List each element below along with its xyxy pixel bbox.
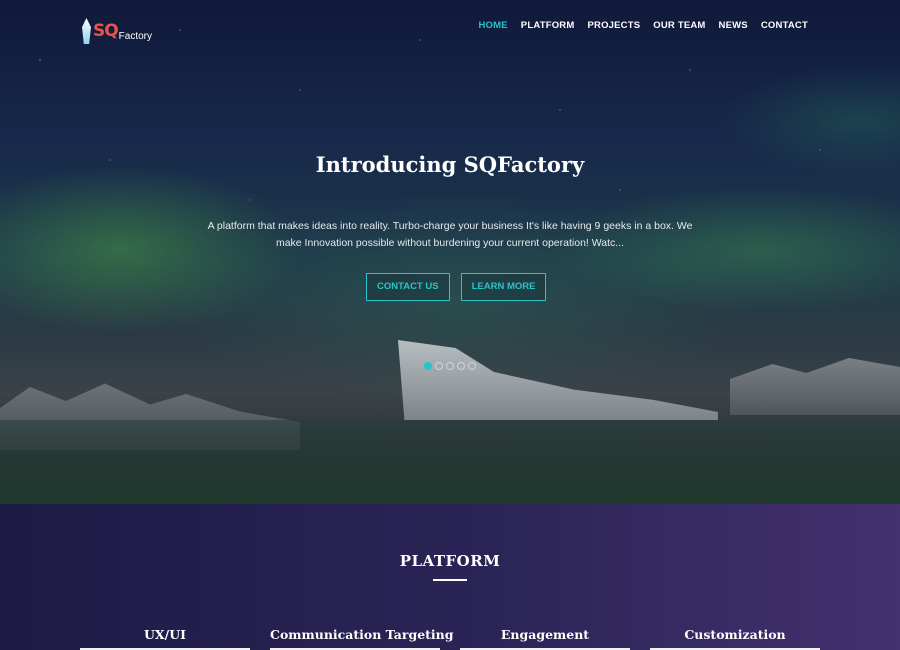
nav-item-our-team[interactable]: OUR TEAM: [653, 20, 705, 31]
slider-dot-5[interactable]: [468, 362, 476, 370]
learn-more-button[interactable]: LEARN MORE: [460, 273, 547, 301]
hero-buttons: CONTACT US LEARN MORE: [366, 273, 547, 301]
slider-dot-1[interactable]: [424, 362, 432, 370]
hero-section: SQ Factory HOME PLATFORM PROJECTS OUR TE…: [0, 0, 900, 504]
water-reflection: [0, 420, 900, 504]
slider-dots: [424, 362, 476, 370]
slider-dot-4[interactable]: [457, 362, 465, 370]
nav-item-projects[interactable]: PROJECTS: [587, 20, 640, 31]
iceberg-icon: [82, 18, 91, 44]
nav-item-news[interactable]: NEWS: [719, 20, 748, 31]
hero-title: Introducing SQFactory: [315, 152, 585, 177]
contact-us-button[interactable]: CONTACT US: [366, 273, 450, 301]
logo-sub-text: Factory: [118, 31, 152, 42]
feature-list: UX/UI Communication Targeting Engagement…: [80, 627, 820, 650]
nav-item-home[interactable]: HOME: [478, 20, 507, 31]
feature-name: Customization: [684, 627, 786, 642]
feature-card[interactable]: UX/UI: [80, 627, 250, 650]
main-nav: HOME PLATFORM PROJECTS OUR TEAM NEWS CON…: [478, 20, 808, 31]
hero-description: A platform that makes ideas into reality…: [207, 220, 693, 249]
logo-main-text: SQ: [92, 21, 119, 41]
feature-name: Engagement: [500, 627, 590, 642]
slider-dot-2[interactable]: [435, 362, 443, 370]
feature-name: Communication Targeting: [270, 627, 454, 642]
feature-card[interactable]: Engagement: [460, 627, 630, 650]
nav-item-contact[interactable]: CONTACT: [761, 20, 808, 31]
feature-card[interactable]: Communication Targeting: [270, 627, 454, 650]
nav-item-platform[interactable]: PLATFORM: [521, 20, 575, 31]
platform-title: PLATFORM: [399, 552, 501, 570]
slider-dot-3[interactable]: [446, 362, 454, 370]
feature-card[interactable]: Customization: [650, 627, 820, 650]
title-underline: [433, 579, 467, 581]
site-logo[interactable]: SQ Factory: [82, 14, 152, 44]
platform-section: PLATFORM UX/UI Communication Targeting E…: [0, 504, 900, 650]
feature-name: UX/UI: [144, 627, 186, 642]
